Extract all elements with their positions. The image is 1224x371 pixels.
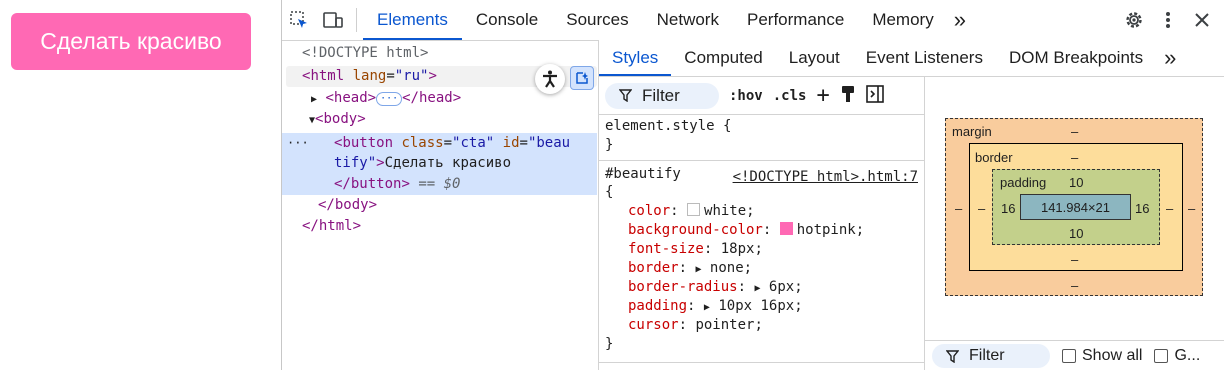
close-icon[interactable] [1185, 0, 1219, 40]
color-swatch[interactable] [687, 203, 701, 216]
dom-button-close[interactable]: </button> == $0 [334, 174, 460, 195]
prop-padding[interactable]: padding: ▶ 10px 16px; [628, 297, 803, 316]
subtab-layout[interactable]: Layout [776, 40, 853, 76]
expand-triangle-icon: ▶ [695, 264, 702, 275]
settings-gear-icon[interactable] [1117, 0, 1151, 40]
subtab-styles[interactable]: Styles [599, 40, 672, 76]
padding-label: padding [1000, 175, 1047, 190]
rule-close-brace: } [605, 336, 614, 352]
dom-button-node-cont[interactable]: tify">Сделать красиво [334, 153, 511, 174]
sidebar-subtabs: Styles Computed Layout Event Listeners D… [599, 40, 1224, 77]
content-size-value: 141.984×21 [1040, 199, 1111, 215]
box-model-content[interactable]: 141.984×21 [1020, 194, 1131, 220]
accessibility-icon[interactable] [535, 64, 565, 94]
border-top-value[interactable]: – [1071, 150, 1078, 165]
rule-open-brace: { [605, 184, 614, 200]
more-subtabs-icon[interactable]: » [1156, 40, 1184, 76]
tab-network[interactable]: Network [643, 0, 733, 40]
box-model-pane: margin – – – – border – – – – padding 10… [924, 77, 1224, 370]
paint-brush-icon[interactable] [840, 85, 856, 107]
tab-memory[interactable]: Memory [858, 0, 947, 40]
prop-cursor[interactable]: cursor: pointer; [628, 316, 763, 335]
border-bottom-value[interactable]: – [1071, 252, 1078, 267]
filter-placeholder: Filter [642, 85, 680, 105]
filter-funnel-icon [946, 349, 959, 363]
style-rules: element.style { } #beautify <!DOCTYPE ht… [599, 115, 924, 370]
more-tabs-icon[interactable]: » [948, 0, 972, 40]
kebab-menu-icon[interactable] [1151, 0, 1185, 40]
subtab-computed[interactable]: Computed [671, 40, 775, 76]
element-style-selector[interactable]: element.style { [605, 117, 731, 136]
toggle-sidebar-icon[interactable] [865, 84, 884, 107]
dom-head-node[interactable]: ▶ <head> ··· </head> [311, 88, 461, 109]
dom-node-menu-icon[interactable]: ··· [287, 133, 309, 154]
padding-bottom-value[interactable]: 10 [1069, 226, 1083, 241]
padding-left-value[interactable]: 16 [1001, 201, 1015, 216]
dom-button-node[interactable]: <button class="cta" id="beau [334, 133, 570, 154]
toolbar-divider [356, 8, 357, 32]
border-right-value[interactable]: – [1166, 201, 1173, 216]
dom-body-close[interactable]: </body> [318, 195, 377, 216]
expand-triangle-icon: ▶ [754, 283, 761, 294]
margin-label: margin [952, 124, 992, 139]
dom-html-close[interactable]: </html> [302, 216, 361, 237]
ai-assistant-icon[interactable] [570, 66, 594, 90]
dom-doctype[interactable]: <!DOCTYPE html> [302, 43, 428, 64]
prop-color[interactable]: color: white; [628, 202, 755, 221]
computed-filter-input[interactable]: Filter [932, 344, 1050, 368]
expand-triangle-icon: ▶ [703, 302, 710, 313]
element-style-close: } [605, 137, 614, 153]
padding-right-value[interactable]: 16 [1135, 201, 1149, 216]
margin-left-value[interactable]: – [955, 201, 962, 216]
rule-source-link[interactable]: <!DOCTYPE html>.html:7 [733, 168, 918, 187]
prop-border-radius[interactable]: border-radius: ▶ 6px; [628, 278, 803, 297]
color-swatch[interactable] [779, 222, 793, 235]
padding-top-value[interactable]: 10 [1069, 175, 1083, 190]
show-all-label: Show all [1082, 347, 1143, 364]
tab-elements[interactable]: Elements [363, 0, 462, 40]
page-viewport: Сделать красиво [0, 0, 281, 370]
group-checkbox[interactable] [1154, 349, 1169, 363]
styles-filter-input[interactable]: Filter [605, 82, 719, 109]
prop-font-size[interactable]: font-size: 18px; [628, 240, 763, 259]
rule-selector[interactable]: #beautify [605, 165, 681, 184]
prop-border[interactable]: border: ▶ none; [628, 259, 752, 278]
beautify-button[interactable]: Сделать красиво [11, 13, 251, 70]
margin-top-value[interactable]: – [1071, 124, 1078, 139]
computed-filter-bar: Filter Show all G... [924, 340, 1224, 371]
dom-body-node[interactable]: ▼<body> [309, 109, 366, 130]
devtools-panel: Elements Console Sources Network Perform… [281, 0, 1224, 370]
styles-filter-bar: Filter :hov .cls + [599, 77, 924, 115]
border-label: border [975, 150, 1013, 165]
margin-right-value[interactable]: – [1188, 201, 1195, 216]
show-all-checkbox[interactable] [1062, 349, 1076, 363]
dom-tree: <!DOCTYPE html> <html lang="ru"> ▶ <head… [282, 40, 597, 370]
inspect-element-icon[interactable] [282, 0, 316, 40]
collapsed-ellipsis-badge: ··· [376, 92, 403, 106]
rule-divider [599, 160, 924, 161]
border-left-value[interactable]: – [978, 201, 985, 216]
devtools-toolbar: Elements Console Sources Network Perform… [282, 0, 1224, 41]
tab-console[interactable]: Console [462, 0, 552, 40]
styles-pane: Styles Computed Layout Event Listeners D… [598, 40, 1224, 370]
dom-html-node[interactable]: <html lang="ru"> [302, 66, 437, 87]
device-toolbar-icon[interactable] [316, 0, 350, 40]
rule-divider [599, 362, 924, 363]
group-label: G... [1174, 347, 1201, 364]
cls-toggle[interactable]: .cls [773, 88, 807, 104]
tab-sources[interactable]: Sources [552, 0, 642, 40]
new-rule-plus-icon[interactable]: + [816, 83, 829, 108]
subtab-event-listeners[interactable]: Event Listeners [853, 40, 996, 76]
filter-funnel-icon [619, 89, 632, 102]
filter-placeholder: Filter [969, 347, 1005, 364]
hov-toggle[interactable]: :hov [729, 88, 763, 104]
margin-bottom-value[interactable]: – [1071, 278, 1078, 293]
prop-background-color[interactable]: background-color: hotpink; [628, 221, 864, 240]
tab-performance[interactable]: Performance [733, 0, 858, 40]
subtab-dom-breakpoints[interactable]: DOM Breakpoints [996, 40, 1156, 76]
